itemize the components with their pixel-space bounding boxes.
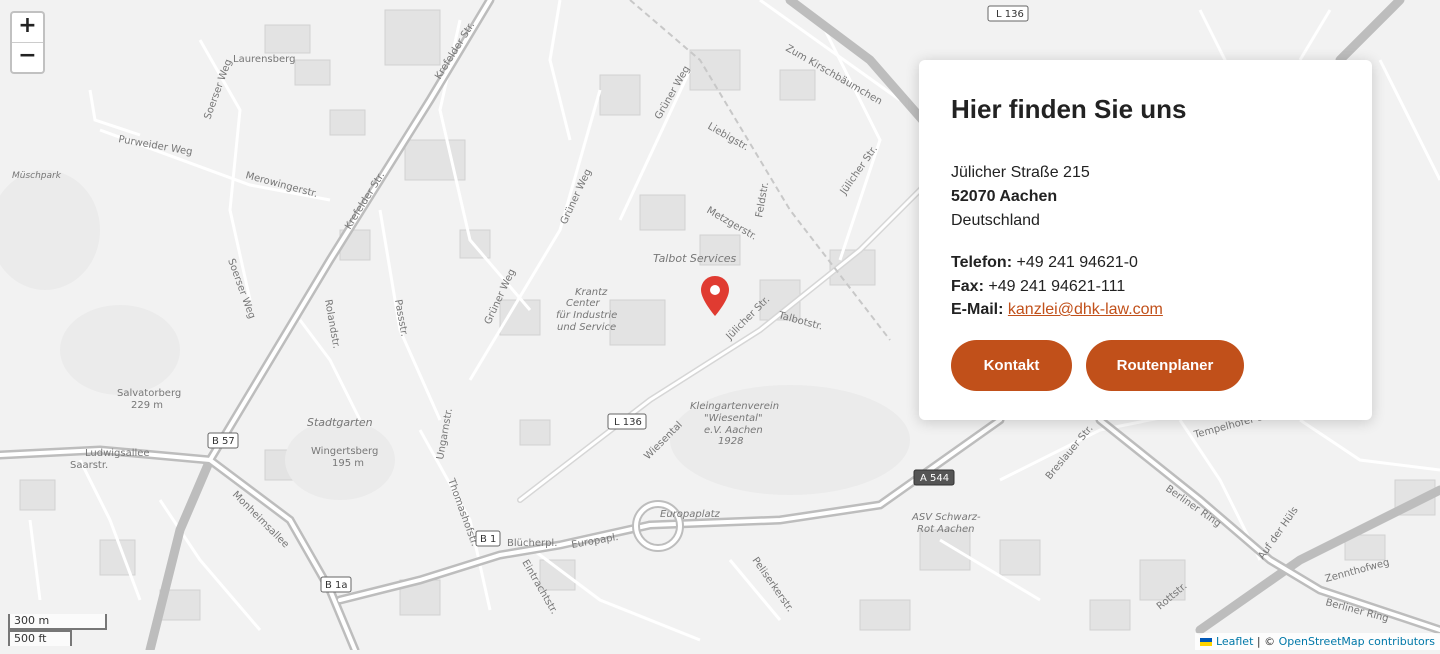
contact-button[interactable]: Kontakt xyxy=(951,339,1072,391)
email-link[interactable]: kanzlei@dhk-law.com xyxy=(1008,301,1163,318)
fax-label: Fax: xyxy=(951,277,984,295)
phone-value: +49 241 94621-0 xyxy=(1012,254,1138,271)
scale-imperial: 500 ft xyxy=(8,630,72,646)
email-row: E-Mail: kanzlei@dhk-law.com xyxy=(951,298,1340,322)
scale-metric: 300 m xyxy=(8,614,107,630)
address-country: Deutschland xyxy=(951,212,1040,229)
zoom-out-button[interactable]: − xyxy=(12,42,43,72)
address-street: Jülicher Straße 215 xyxy=(951,164,1090,181)
email-label: E-Mail: xyxy=(951,301,1004,318)
address-city: 52070 Aachen xyxy=(951,188,1058,205)
fax-row: Fax: +49 241 94621-111 xyxy=(951,275,1340,299)
ukraine-flag-icon xyxy=(1199,638,1212,646)
card-title: Hier finden Sie uns xyxy=(951,94,1187,124)
osm-link[interactable]: OpenStreetMap contributors xyxy=(1279,635,1435,648)
address: Jülicher Straße 215 52070 Aachen Deutsch… xyxy=(951,161,1340,233)
map-pin-icon[interactable] xyxy=(701,276,729,316)
leaflet-link[interactable]: Leaflet xyxy=(1216,635,1253,648)
zoom-in-button[interactable]: + xyxy=(12,13,43,42)
zoom-control: + − xyxy=(10,11,45,74)
contact-info: Telefon: +49 241 94621-0 Fax: +49 241 94… xyxy=(951,251,1340,322)
map-attribution: Leaflet | © OpenStreetMap contributors xyxy=(1194,633,1440,650)
fax-value: +49 241 94621-111 xyxy=(983,277,1126,295)
phone-label: Telefon: xyxy=(951,254,1013,271)
attribution-separator: | © xyxy=(1253,635,1279,648)
location-card: Hier finden Sie uns Jülicher Straße 215 … xyxy=(919,60,1372,420)
card-buttons: Kontakt Routenplaner xyxy=(951,339,1340,391)
route-planner-button[interactable]: Routenplaner xyxy=(1086,339,1244,391)
phone-row: Telefon: +49 241 94621-0 xyxy=(951,251,1340,275)
